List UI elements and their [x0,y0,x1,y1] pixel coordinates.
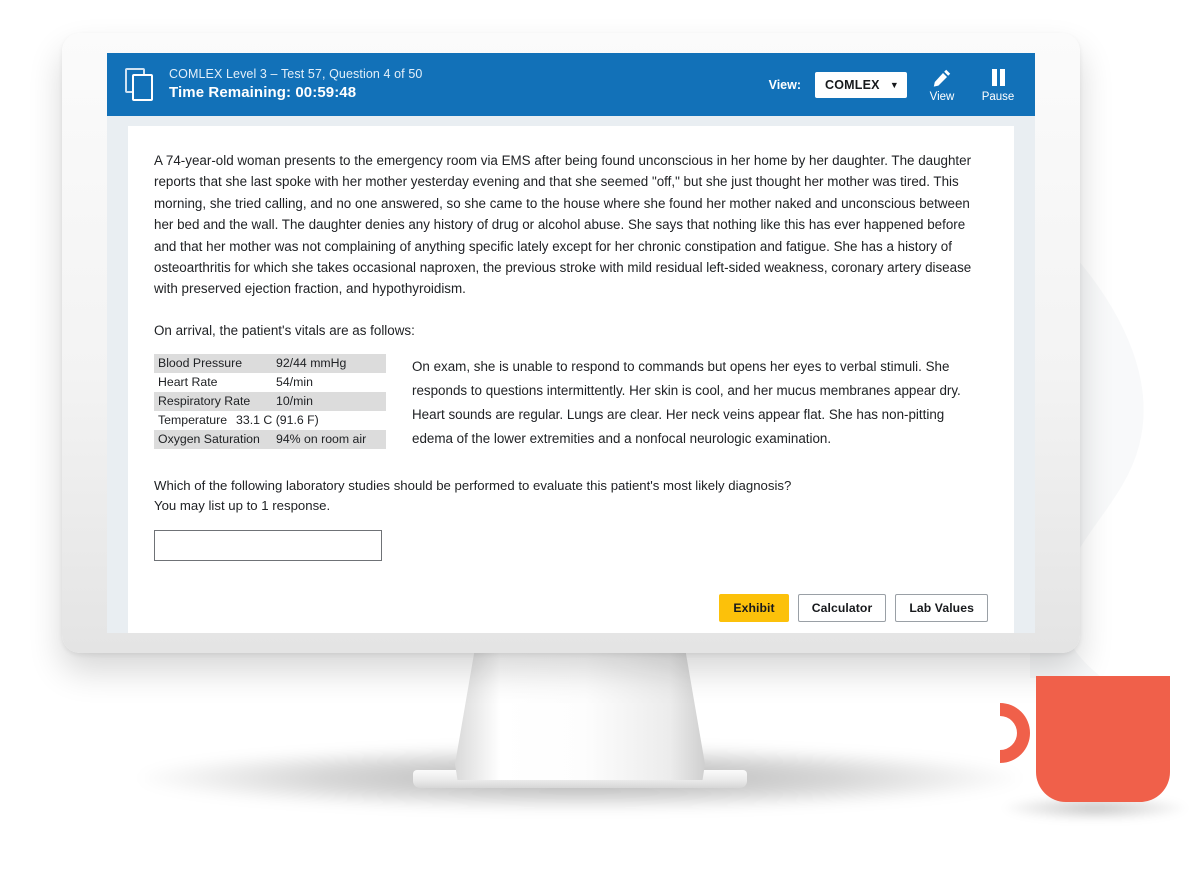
physical-exam-text: On exam, she is unable to respond to com… [412,359,961,447]
vital-name: Temperature [158,413,228,428]
question-prompt-block: Which of the following laboratory studie… [154,476,988,562]
vital-name: Oxygen Saturation [158,432,260,447]
table-row: Respiratory Rate 10/min [154,392,386,412]
vital-name: Blood Pressure [158,356,243,371]
screen: COMLEX Level 3 – Test 57, Question 4 of … [107,53,1035,633]
vital-value: 92/44 mmHg [276,356,347,371]
vitals-and-exam-row: Blood Pressure 92/44 mmHg Heart Rate 54/… [154,354,988,451]
vital-value: 94% on room air [276,432,367,447]
calculator-button[interactable]: Calculator [797,594,887,623]
vital-name: Respiratory Rate [158,394,251,409]
table-row: Heart Rate 54/min [154,373,386,392]
chevron-down-icon: ▼ [889,79,899,90]
view-tool-label: View [929,90,955,103]
header-titles: COMLEX Level 3 – Test 57, Question 4 of … [169,66,422,103]
monitor-stand-neck [455,648,705,780]
pause-icon [991,67,1005,89]
view-mode-select[interactable]: COMLEX ▼ [815,71,907,98]
lab-values-button[interactable]: Lab Values [895,594,988,623]
table-row: Blood Pressure 92/44 mmHg [154,354,386,374]
monitor-bezel: COMLEX Level 3 – Test 57, Question 4 of … [62,33,1080,653]
view-tool-button[interactable]: View [921,67,963,103]
question-card: A 74-year-old woman presents to the emer… [128,126,1014,633]
content-wrapper: A 74-year-old woman presents to the emer… [107,116,1035,633]
exam-info-label: COMLEX Level 3 – Test 57, Question 4 of … [169,67,423,81]
question-stem: A 74-year-old woman presents to the emer… [154,153,972,297]
view-label: View: [768,77,801,92]
vital-value: 54/min [276,375,313,390]
vitals-intro-label: On arrival, the patient's vitals are as … [154,322,415,338]
exhibit-button[interactable]: Exhibit [719,594,789,623]
vital-value: 10/min [276,394,313,409]
illustration-stage: COMLEX Level 3 – Test 57, Question 4 of … [0,0,1200,873]
coffee-mug [990,668,1185,813]
vital-value: 33.1 C (91.6 F) [236,413,319,428]
table-row: Temperature 33.1 C (91.6 F) [154,411,386,430]
header-controls: View: COMLEX ▼ View Pause [769,67,1019,103]
pause-tool-label: Pause [981,90,1015,103]
pause-tool-button[interactable]: Pause [977,67,1019,103]
table-row: Oxygen Saturation 94% on room air [154,430,386,450]
question-prompt: Which of the following laboratory studie… [154,478,792,494]
vital-name: Heart Rate [158,375,218,390]
view-mode-value: COMLEX [825,77,880,92]
copy-pages-icon [125,67,155,102]
response-limit-note: You may list up to 1 response. [154,498,331,514]
answer-input[interactable] [154,530,382,562]
pencil-icon [932,67,952,89]
timer-label: Time Remaining: 00:59:48 [169,84,357,101]
tool-button-row: Exhibit Calculator Lab Values [154,594,988,623]
app-header: COMLEX Level 3 – Test 57, Question 4 of … [107,53,1035,116]
vitals-table: Blood Pressure 92/44 mmHg Heart Rate 54/… [154,354,386,451]
